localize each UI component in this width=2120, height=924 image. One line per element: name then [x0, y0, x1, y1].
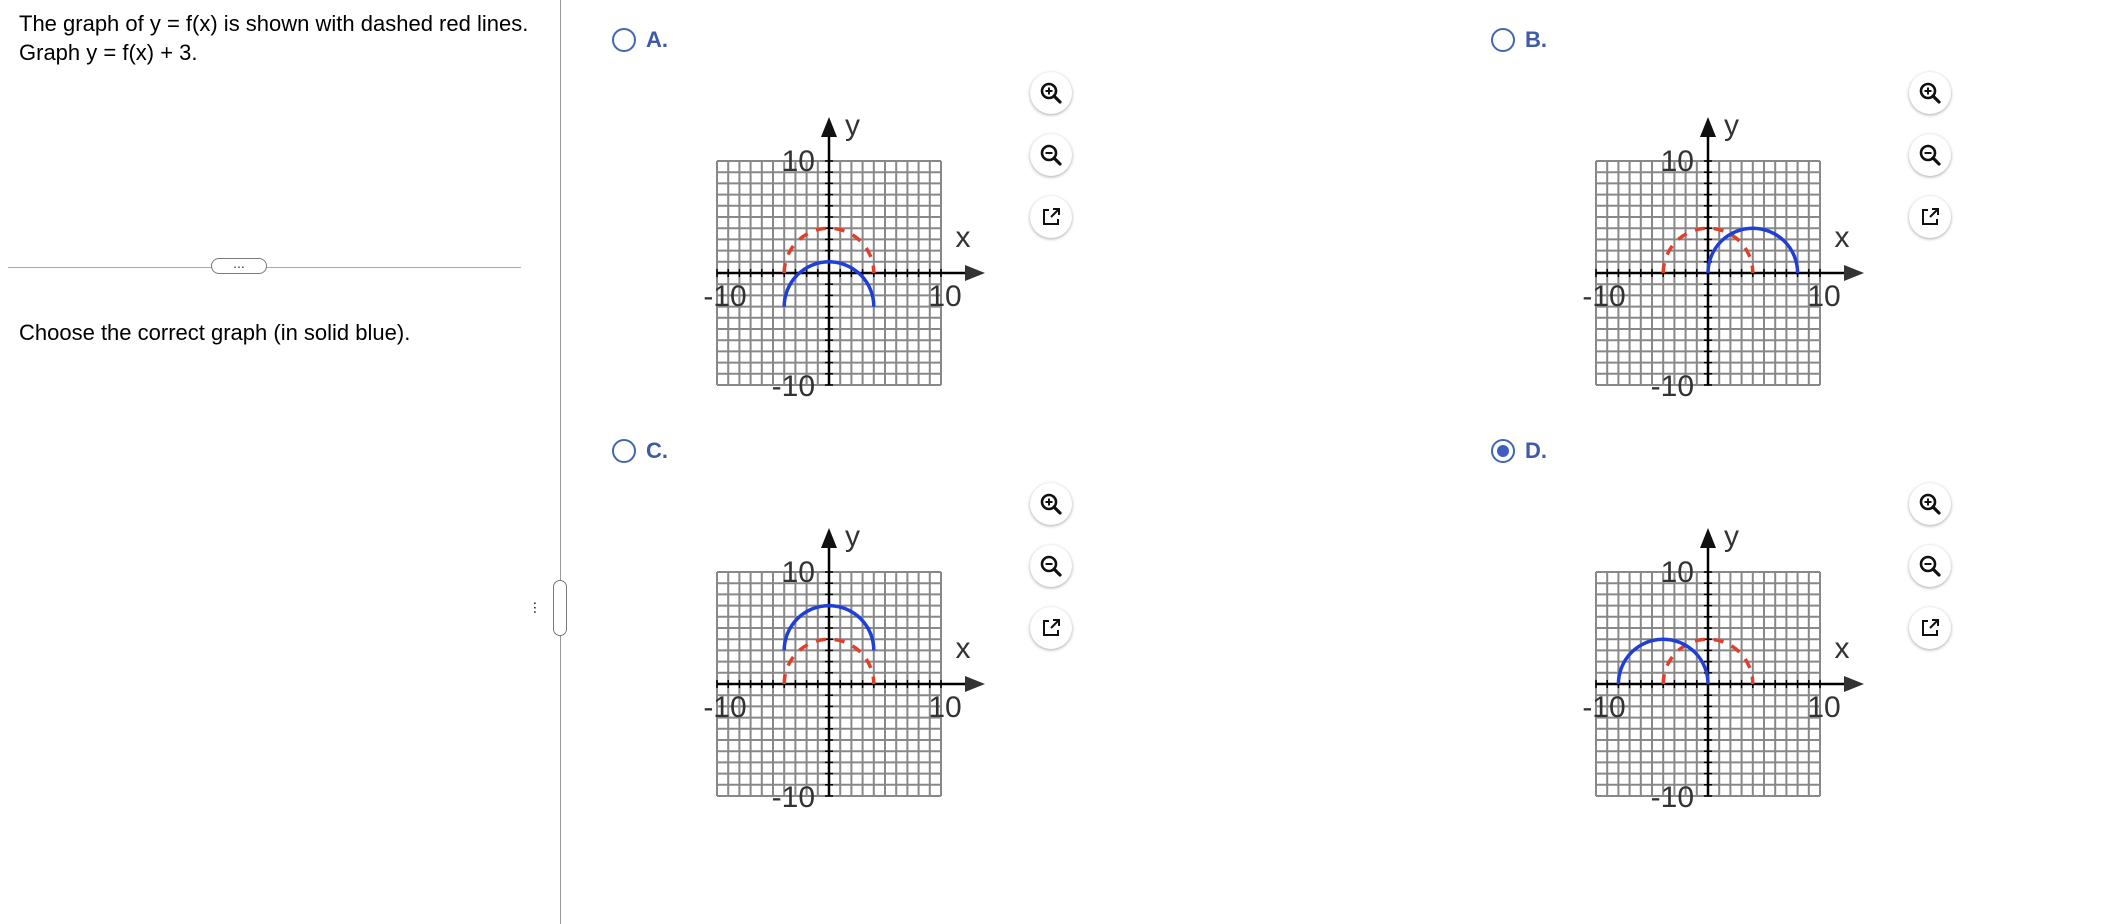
zoom-in-icon	[1040, 82, 1062, 104]
zoom-in-icon	[1919, 82, 1941, 104]
zoom-out-icon	[1040, 144, 1062, 166]
choice-label-c[interactable]: C.	[646, 438, 668, 464]
radio-choice-d[interactable]	[1491, 439, 1515, 463]
x-tick-label-min: -10	[703, 691, 746, 724]
x-axis-label: x	[956, 632, 971, 665]
x-axis-arrow	[1844, 676, 1864, 692]
y-tick-label-min: -10	[772, 370, 815, 403]
choice-label-d[interactable]: D.	[1525, 438, 1547, 464]
x-tick-label-min: -10	[1582, 280, 1625, 313]
graph-c: y x 10 -10 -10 10	[665, 479, 1005, 824]
open-graph-window-button[interactable]	[1909, 196, 1951, 238]
zoom-in-button[interactable]	[1030, 483, 1072, 525]
instruction-text: Choose the correct graph (in solid blue)…	[19, 320, 411, 345]
x-axis-label: x	[956, 221, 971, 254]
x-axis-arrow	[1844, 265, 1864, 281]
zoom-out-icon	[1919, 555, 1941, 577]
zoom-in-button[interactable]	[1030, 72, 1072, 114]
graph-svg-a: y x 10 -10 -10 10	[703, 109, 985, 403]
graph-a: y x 10 -10 -10 10	[665, 68, 1005, 413]
graph-svg-c: y x 10 -10 -10 10	[703, 520, 985, 814]
y-axis-label: y	[845, 520, 860, 553]
x-axis-arrow	[965, 265, 985, 281]
open-new-window-icon	[1922, 208, 1939, 225]
graph-svg-b: y x 10 -10 -10 10	[1582, 109, 1864, 403]
y-axis-label: y	[1724, 520, 1739, 553]
y-tick-label-max: 10	[1661, 556, 1694, 589]
zoom-in-button[interactable]	[1909, 72, 1951, 114]
open-graph-window-button[interactable]	[1030, 196, 1072, 238]
zoom-out-icon	[1040, 555, 1062, 577]
graph-b: y x 10 -10 -10 10	[1544, 68, 1884, 413]
zoom-out-button[interactable]	[1030, 545, 1072, 587]
choice-label-a[interactable]: A.	[646, 27, 668, 53]
question-text: The graph of y = f(x) is shown with dash…	[19, 11, 529, 65]
y-tick-label-min: -10	[1651, 781, 1694, 814]
zoom-out-button[interactable]	[1030, 134, 1072, 176]
x-axis-label: x	[1835, 221, 1850, 254]
y-tick-label-min: -10	[772, 781, 815, 814]
y-tick-label-max: 10	[782, 556, 815, 589]
question-pane: The graph of y = f(x) is shown with dash…	[0, 0, 560, 924]
radio-choice-c[interactable]	[612, 439, 636, 463]
x-axis-arrow	[965, 676, 985, 692]
y-axis-label: y	[1724, 109, 1739, 142]
zoom-in-icon	[1040, 493, 1062, 515]
radio-choice-a[interactable]	[612, 28, 636, 52]
x-tick-label-max: 10	[928, 691, 961, 724]
radio-choice-b[interactable]	[1491, 28, 1515, 52]
open-graph-window-button[interactable]	[1030, 607, 1072, 649]
choice-label-b[interactable]: B.	[1525, 27, 1547, 53]
y-tick-label-max: 10	[782, 145, 815, 178]
graph-d: y x 10 -10 -10 10	[1544, 479, 1884, 824]
y-axis-label: y	[845, 109, 860, 142]
zoom-in-icon	[1919, 493, 1941, 515]
graph-svg-d: y x 10 -10 -10 10	[1582, 520, 1864, 814]
y-tick-label-min: -10	[1651, 370, 1694, 403]
zoom-out-icon	[1919, 144, 1941, 166]
zoom-out-button[interactable]	[1909, 134, 1951, 176]
open-new-window-icon	[1922, 619, 1939, 636]
open-graph-window-button[interactable]	[1909, 607, 1951, 649]
x-tick-label-max: 10	[928, 280, 961, 313]
zoom-out-button[interactable]	[1909, 545, 1951, 587]
x-tick-label-min: -10	[1582, 691, 1625, 724]
y-axis-arrow	[821, 117, 837, 137]
y-axis-arrow	[1700, 528, 1716, 548]
y-tick-label-max: 10	[1661, 145, 1694, 178]
pane-splitter	[560, 0, 561, 924]
expand-divider-button[interactable]: ...	[211, 256, 267, 274]
y-axis-arrow	[821, 528, 837, 548]
x-tick-label-max: 10	[1807, 691, 1840, 724]
splitter-handle[interactable]: ...	[530, 580, 567, 636]
zoom-in-button[interactable]	[1909, 483, 1951, 525]
x-axis-label: x	[1835, 632, 1850, 665]
x-tick-label-min: -10	[703, 280, 746, 313]
open-new-window-icon	[1043, 208, 1060, 225]
x-tick-label-max: 10	[1807, 280, 1840, 313]
y-axis-arrow	[1700, 117, 1716, 137]
open-new-window-icon	[1043, 619, 1060, 636]
